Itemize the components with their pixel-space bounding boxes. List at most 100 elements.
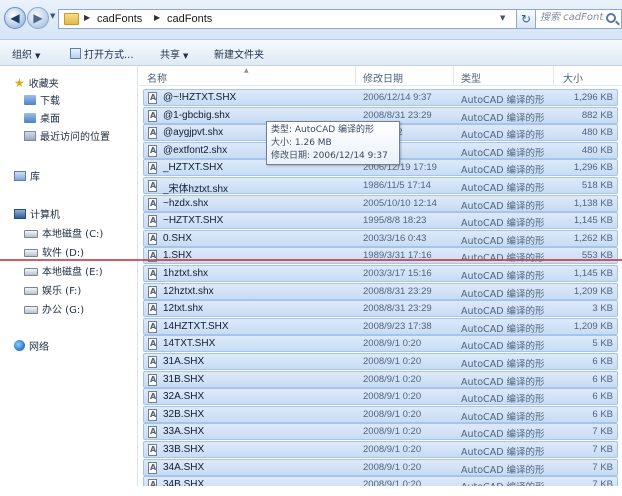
file-size: 1,209 KB	[573, 320, 613, 332]
file-row[interactable]: 1.SHX1989/3/31 17:16AutoCAD 编译的形553 KB	[143, 247, 618, 265]
shx-file-icon	[148, 320, 157, 333]
nav-libraries[interactable]: 库	[14, 170, 40, 186]
file-row[interactable]: @~!HZTXT.SHX 2006/12/14 9:37 AutoCAD 编译的形 1…	[143, 89, 618, 106]
nav-item-downloads[interactable]: 下载	[24, 94, 60, 110]
nav-network[interactable]: 网络	[14, 340, 49, 356]
refresh-button[interactable]: ↻	[516, 9, 536, 29]
nav-item-desktop[interactable]: 桌面	[24, 112, 60, 128]
file-row[interactable]: ~hzdx.shx 2005/10/10 12:14 AutoCAD 编译的形 1,1…	[143, 194, 618, 212]
nav-drive-e[interactable]: 本地磁盘 (E:)	[24, 265, 103, 281]
nav-drive-f[interactable]: 娱乐 (F:)	[24, 284, 81, 300]
file-row[interactable]: 31A.SHX 2008/9/1 0:20 AutoCAD 编译的形 6 KB	[143, 353, 618, 370]
file-row[interactable]: 12hztxt.shx 2008/8/31 23:29 AutoCAD 编译的形 1,…	[143, 282, 618, 300]
breadcrumb-arrow-icon[interactable]: ▶	[154, 13, 160, 22]
file-type: AutoCAD 编译的形	[461, 394, 545, 406]
file-date: 2008/9/1 0:20	[363, 391, 422, 403]
file-size: 1,209 KB	[573, 285, 613, 297]
new-folder-button[interactable]: 新建文件夹	[214, 46, 264, 61]
open-with-button[interactable]: 打开方式...	[70, 46, 134, 61]
file-row[interactable]: _宋体hztxt.shx 1986/11/5 17:14 AutoCAD 编译的形 5…	[143, 177, 618, 195]
file-row[interactable]: ~HZTXT.SHX 1995/8/8 18:23 AutoCAD 编译的形 1,14…	[143, 212, 618, 230]
file-date: 2006/12/14 9:37	[363, 92, 432, 103]
shx-file-icon	[148, 303, 157, 316]
file-type: AutoCAD 编译的形	[461, 130, 545, 142]
breadcrumb-item[interactable]: cadFonts	[97, 13, 142, 25]
file-size: 1,145 KB	[573, 268, 613, 279]
recent-places-icon	[24, 131, 36, 141]
back-button[interactable]: ◀	[4, 7, 26, 29]
file-row[interactable]: 12txt.shx 2008/8/31 23:29 AutoCAD 编译的形 3 KB	[143, 300, 618, 318]
file-size: 6 KB	[592, 408, 613, 420]
file-row[interactable]: 31B.SHX 2008/9/1 0:20 AutoCAD 编译的形 6 KB	[143, 370, 618, 388]
file-size: 480 KB	[581, 144, 613, 156]
file-size: 6 KB	[592, 391, 613, 403]
file-info-tooltip: 类型: AutoCAD 编译的形 大小: 1.26 MB 修改日期: 2006/…	[266, 121, 400, 165]
file-row[interactable]: 0.SHX 2003/3/16 0:43 AutoCAD 编译的形 1,262 KB	[143, 229, 618, 247]
file-name: @~!HZTXT.SHX	[163, 92, 237, 103]
file-name: 34A.SHX	[163, 461, 205, 473]
file-size: 1,296 KB	[573, 92, 613, 103]
tooltip-type: 类型: AutoCAD 编译的形	[271, 125, 375, 135]
refresh-icon: ↻	[520, 12, 532, 26]
file-type: AutoCAD 编译的形	[461, 218, 545, 230]
address-box[interactable]: ▶ cadFonts ▶ cadFonts	[58, 9, 518, 29]
file-row[interactable]: 14HZTXT.SHX 2008/9/23 17:38 AutoCAD 编译的形 1,…	[143, 317, 618, 335]
file-row[interactable]: 32A.SHX 2008/9/1 0:20 AutoCAD 编译的形 6 KB	[143, 388, 618, 406]
hard-drive-icon	[24, 249, 38, 257]
search-icon[interactable]	[606, 13, 616, 23]
file-row[interactable]: 1hztxt.shx 2003/3/17 15:16 AutoCAD 编译的形 1,1…	[143, 265, 618, 282]
nav-drive-g[interactable]: 办公 (G:)	[24, 303, 84, 319]
file-type: AutoCAD 编译的形	[461, 464, 545, 476]
share-button[interactable]: 共享 ▼	[160, 46, 188, 61]
file-size: 1,138 KB	[573, 197, 613, 209]
file-row[interactable]: 14TXT.SHX 2008/9/1 0:20 AutoCAD 编译的形 5 KB	[143, 335, 618, 353]
shx-file-icon	[148, 162, 157, 175]
file-type: AutoCAD 编译的形	[461, 235, 545, 247]
shx-file-icon	[148, 444, 157, 456]
file-name: 12hztxt.shx	[163, 285, 214, 297]
column-divider[interactable]	[553, 66, 554, 86]
nav-item-recent-places[interactable]: 最近访问的位置	[24, 130, 110, 146]
breadcrumb-arrow-icon[interactable]: ▶	[84, 13, 90, 22]
nav-drive-c[interactable]: 本地磁盘 (C:)	[24, 227, 103, 243]
column-divider[interactable]	[355, 66, 356, 86]
tooltip-date: 修改日期: 2006/12/14 9:37	[271, 151, 388, 161]
address-dropdown-icon[interactable]: ▼	[500, 14, 505, 22]
file-date: 2008/9/1 0:20	[363, 356, 422, 367]
file-row[interactable]: 32B.SHX 2008/9/1 0:20 AutoCAD 编译的形 6 KB	[143, 405, 618, 423]
file-row[interactable]: 33B.SHX 2008/9/1 0:20 AutoCAD 编译的形 7 KB	[143, 441, 618, 458]
column-header-date[interactable]: 修改日期	[363, 70, 403, 85]
file-name: _HZTXT.SHX	[163, 162, 224, 174]
file-row[interactable]: 33A.SHX 2008/9/1 0:20 AutoCAD 编译的形 7 KB	[143, 423, 618, 441]
search-box	[536, 9, 622, 29]
file-date: 2003/3/16 0:43	[363, 232, 427, 244]
nav-favorites[interactable]: ★ 收藏夹	[14, 75, 59, 91]
file-date: 2008/9/1 0:20	[363, 461, 422, 473]
search-input[interactable]	[540, 12, 604, 23]
breadcrumb-item[interactable]: cadFonts	[167, 13, 212, 25]
file-date: 2008/9/1 0:20	[363, 444, 422, 455]
hard-drive-icon	[24, 230, 38, 238]
nav-drive-label: 本地磁盘 (E:)	[42, 267, 103, 278]
nav-computer[interactable]: 计算机	[14, 208, 60, 224]
recent-pages-dropdown-icon[interactable]: ▼	[50, 12, 55, 20]
new-folder-label: 新建文件夹	[214, 50, 264, 61]
file-date: 2008/9/1 0:20	[363, 373, 422, 385]
forward-button[interactable]: ▶	[27, 7, 49, 29]
file-name: 32B.SHX	[163, 408, 205, 420]
file-type: AutoCAD 编译的形	[461, 429, 545, 441]
file-type: AutoCAD 编译的形	[461, 250, 545, 264]
file-name: 14TXT.SHX	[163, 338, 216, 350]
shx-file-icon	[148, 232, 157, 245]
sort-ascending-icon: ▲	[244, 67, 249, 74]
shx-file-icon	[148, 215, 157, 228]
organize-button[interactable]: 组织 ▼	[12, 46, 40, 61]
column-divider[interactable]	[453, 66, 454, 86]
column-header-name[interactable]: 名称	[147, 70, 167, 85]
column-header-size[interactable]: 大小	[563, 70, 583, 85]
shx-file-icon	[148, 285, 157, 298]
file-type: AutoCAD 编译的形	[461, 147, 545, 159]
shx-file-icon	[148, 268, 157, 280]
file-row[interactable]: 34A.SHX 2008/9/1 0:20 AutoCAD 编译的形 7 KB	[143, 458, 618, 476]
column-header-type[interactable]: 类型	[461, 70, 481, 85]
